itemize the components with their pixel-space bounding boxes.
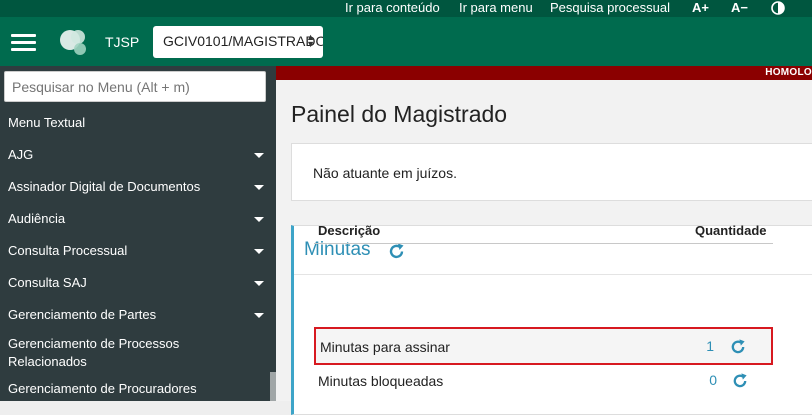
sidebar-menu: Menu Textual AJG Assinador Digital de Do… [0,66,276,401]
skip-to-menu-link[interactable]: Ir para menu [459,0,533,15]
caret-down-icon [254,281,264,286]
profile-select[interactable]: GCIV0101/MAGISTRADO ▲ ▼ [153,26,323,58]
caret-down-icon [254,249,264,254]
sidebar-item-label: Gerenciamento de Partes [8,307,157,322]
table-row[interactable]: Minutas bloqueadas 0 [314,364,773,402]
sidebar-item-label: Gerenciamento de Processos Relacionados [8,336,180,369]
row-quantity-link[interactable]: 1 [706,338,714,354]
sidebar-item-audiencia[interactable]: Audiência [0,211,270,231]
row-label: Minutas bloqueadas [318,373,444,389]
sidebar-item-consulta-processual[interactable]: Consulta Processual [0,243,270,263]
sidebar-item-label: Consulta Processual [8,243,128,258]
refresh-icon[interactable] [729,338,747,356]
font-increase-button[interactable]: A+ [692,0,709,15]
environment-label: HOMOLO [765,67,812,78]
column-header-descricao: Descrição [318,223,381,238]
sidebar-item-gerenciamento-partes[interactable]: Gerenciamento de Partes [0,307,270,327]
sidebar-item-consulta-saj[interactable]: Consulta SAJ [0,275,270,295]
sidebar-item-assinador[interactable]: Assinador Digital de Documentos [0,179,270,199]
table-header-divider [314,243,773,244]
table-row[interactable]: Minutas para assinar 1 [314,327,773,365]
menu-search-input[interactable] [4,71,266,102]
brand-name: TJSP [105,34,140,50]
environment-banner: HOMOLO [276,66,812,80]
profile-select-value: GCIV0101/MAGISTRADO [163,33,323,49]
sidebar-item-label: Assinador Digital de Documentos [8,179,201,194]
sidebar-item-label: Menu Textual [8,115,86,130]
skip-to-content-link[interactable]: Ir para conteúdo [345,0,440,15]
sidebar-item-processos-relacionados[interactable]: Gerenciamento de Processos Relacionados [0,335,270,369]
caret-down-icon [254,313,264,318]
caret-down-icon [254,185,264,190]
sidebar-item-menu-textual[interactable]: Menu Textual [0,115,270,135]
font-decrease-button[interactable]: A− [731,0,748,15]
column-header-quantidade: Quantidade [695,223,767,238]
accessibility-bar: Ir para conteúdo Ir para menu Pesquisa p… [0,0,812,17]
sidebar-item-procuradores[interactable]: Gerenciamento de Procuradores [0,381,270,401]
notice-card: Não atuante em juízos. [291,143,812,201]
sidebar-item-label: AJG [8,147,34,162]
row-label: Minutas para assinar [320,339,450,355]
tjsp-logo [56,27,88,57]
sidebar-item-label: Gerenciamento de Procuradores [8,381,197,396]
refresh-icon[interactable] [387,242,406,261]
hamburger-menu-icon[interactable] [11,34,36,51]
sidebar-item-ajg[interactable]: AJG [0,147,270,167]
app-header: TJSP GCIV0101/MAGISTRADO ▲ ▼ [0,17,812,66]
sidebar-item-label: Consulta SAJ [8,275,87,290]
notice-text: Não atuante em juízos. [313,165,457,181]
page-title: Painel do Magistrado [291,101,508,127]
row-quantity-link[interactable]: 0 [709,372,717,388]
process-search-link[interactable]: Pesquisa processual [550,0,670,15]
refresh-icon[interactable] [731,372,749,390]
select-arrows-icon: ▲ ▼ [306,32,315,49]
caret-down-icon [254,153,264,158]
caret-down-icon [254,217,264,222]
contrast-icon[interactable] [771,1,785,18]
sidebar-item-label: Audiência [8,211,66,226]
